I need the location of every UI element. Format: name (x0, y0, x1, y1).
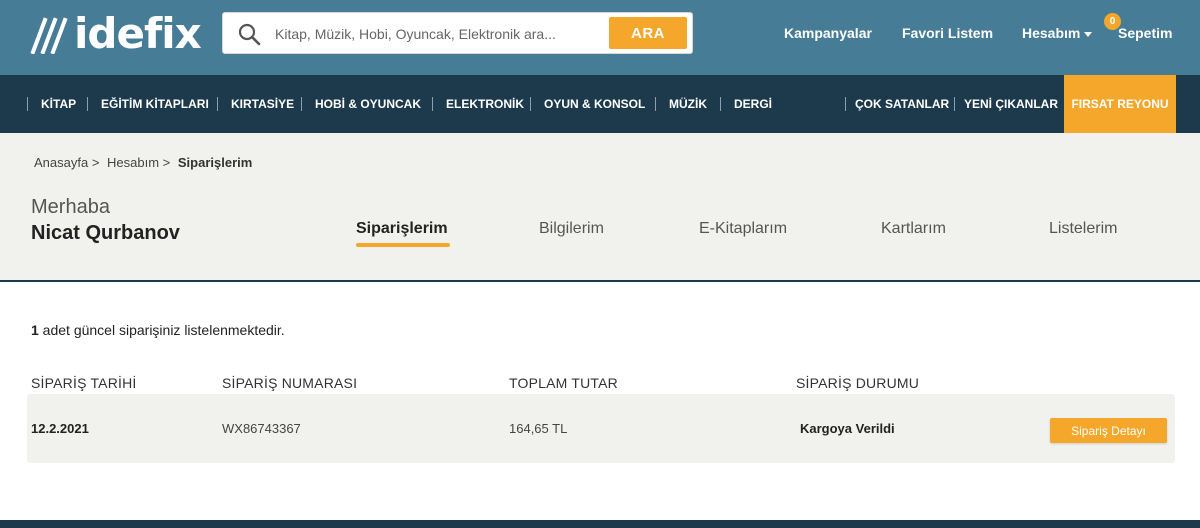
category-egitim-kitaplari[interactable]: EĞİTİM KİTAPLARI (101, 97, 209, 111)
tab-bilgilerim[interactable]: Bilgilerim (539, 220, 604, 238)
nav-separator (217, 97, 218, 111)
search-bar: ARA (222, 12, 693, 54)
order-total: 164,65 TL (509, 421, 568, 436)
order-status: Kargoya Verildi (800, 421, 895, 436)
category-oyun-konsol[interactable]: OYUN & KONSOL (544, 97, 645, 111)
category-yeni-cikanlar[interactable]: YENİ ÇIKANLAR (964, 97, 1058, 111)
category-hobi-oyuncak[interactable]: HOBİ & OYUNCAK (315, 97, 421, 111)
order-count: 1 (31, 322, 39, 338)
tab-listelerim[interactable]: Listelerim (1049, 220, 1117, 238)
nav-separator (87, 97, 88, 111)
breadcrumb-current: Siparişlerim (177, 155, 253, 170)
breadcrumb-account[interactable]: Hesabım > (107, 155, 170, 170)
table-row: 12.2.2021 WX86743367 164,65 TL Kargoya V… (27, 394, 1175, 463)
order-count-label: adet güncel siparişiniz listelenmektedir… (38, 322, 285, 338)
caret-down-icon (1084, 31, 1093, 37)
nav-separator (845, 97, 846, 111)
column-header-number: SİPARİŞ NUMARASI (222, 375, 358, 391)
nav-separator (655, 97, 656, 111)
order-date: 12.2.2021 (31, 421, 89, 436)
category-firsat-reyonu[interactable]: FIRSAT REYONU (1064, 75, 1176, 133)
user-name: Nicat Qurbanov (31, 222, 180, 244)
category-cok-satanlar[interactable]: ÇOK SATANLAR (855, 97, 949, 111)
logo-slashes-icon (30, 17, 68, 54)
top-header: idefix ARA Kampanyalar Favori Listem Hes… (0, 0, 1200, 75)
account-menu[interactable]: Hesabım (1022, 25, 1093, 41)
nav-separator (27, 97, 28, 111)
nav-separator (432, 97, 433, 111)
account-header: Anasayfa > Hesabım > Siparişlerim Merhab… (0, 133, 1200, 282)
search-input[interactable] (275, 21, 595, 47)
breadcrumb: Anasayfa > Hesabım > Siparişlerim (34, 155, 256, 170)
footer-strip (0, 520, 1200, 528)
cart-count-badge: 0 (1104, 13, 1121, 30)
tab-siparislerim[interactable]: Siparişlerim (356, 220, 448, 238)
nav-separator (530, 97, 531, 111)
account-menu-label: Hesabım (1022, 25, 1081, 41)
order-number: WX86743367 (222, 421, 301, 436)
search-button[interactable]: ARA (609, 17, 687, 49)
category-dergi[interactable]: DERGİ (734, 97, 772, 111)
column-header-date: SİPARİŞ TARİHİ (31, 375, 137, 391)
active-tab-indicator (356, 243, 450, 247)
column-header-total: TOPLAM TUTAR (509, 375, 618, 391)
tab-e-kitaplarim[interactable]: E-Kitaplarım (699, 220, 787, 238)
category-nav: KİTAP EĞİTİM KİTAPLARI KIRTASİYE HOBİ & … (0, 75, 1200, 133)
cart-link[interactable]: Sepetim (1118, 25, 1172, 41)
favorites-link[interactable]: Favori Listem (902, 25, 993, 41)
category-kirtasiye[interactable]: KIRTASİYE (231, 97, 294, 111)
search-icon (238, 23, 261, 46)
breadcrumb-home[interactable]: Anasayfa > (34, 155, 99, 170)
logo-text: idefix (74, 9, 202, 58)
category-elektronik[interactable]: ELEKTRONİK (446, 97, 524, 111)
nav-separator (301, 97, 302, 111)
category-muzik[interactable]: MÜZİK (669, 97, 707, 111)
greeting: Merhaba (31, 196, 110, 218)
nav-separator (720, 97, 721, 111)
order-count-text: 1 adet güncel siparişiniz listelenmekted… (31, 322, 285, 338)
nav-separator (954, 97, 955, 111)
campaigns-link[interactable]: Kampanyalar (784, 25, 872, 41)
order-detail-button[interactable]: Sipariş Detayı (1050, 418, 1167, 443)
tab-kartlarim[interactable]: Kartlarım (881, 220, 946, 238)
idefix-logo[interactable]: idefix (30, 9, 202, 58)
category-kitap[interactable]: KİTAP (41, 97, 76, 111)
column-header-status: SİPARİŞ DURUMU (796, 375, 920, 391)
